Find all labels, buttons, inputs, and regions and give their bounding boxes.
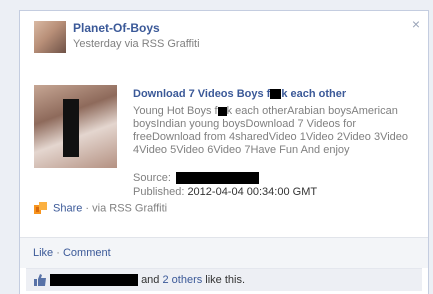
share-row: Share · via RSS Graffiti (34, 202, 167, 215)
attachment-description: Young Hot Boys f k each otherArabian boys… (133, 105, 413, 157)
page-name-link[interactable]: Planet-Of-Boys (73, 21, 160, 35)
description-line: Young Hot Boys f k each otherArabian boys… (133, 105, 413, 118)
share-link[interactable]: Share (53, 202, 82, 214)
published-row: Published: 2012-04-04 00:34:00 GMT (133, 186, 317, 198)
attachment-title-part: k each other (281, 88, 347, 100)
share-via: · via RSS Graffiti (85, 202, 168, 215)
close-icon[interactable]: × (412, 17, 420, 31)
share-icon[interactable] (34, 202, 47, 215)
source-row: Source: (133, 172, 259, 185)
page-avatar[interactable] (34, 21, 66, 53)
redaction-bar (217, 106, 227, 116)
likes-and: and (141, 274, 160, 286)
comment-link[interactable]: Comment (63, 247, 111, 259)
story-card: × Planet-Of-Boys Yesterday via RSS Graff… (19, 10, 429, 294)
attachment-title-link[interactable]: Download 7 Videos Boys f k each other (133, 88, 346, 100)
attachment-thumbnail[interactable] (34, 85, 117, 168)
redaction-bar (63, 99, 79, 157)
published-value: 2012-04-04 00:34:00 GMT (187, 186, 318, 198)
actions-row: Like · Comment (33, 247, 111, 259)
likes-bar: and 2 others like this. (26, 268, 422, 291)
redaction-bar (270, 89, 282, 100)
description-text: k each otherArabian boysAmerican (226, 105, 398, 117)
source-label: Source: (133, 172, 171, 184)
actions-separator: · (56, 247, 60, 259)
thumbs-up-icon (34, 274, 46, 287)
likes-row: and 2 others like this. (34, 274, 246, 287)
redaction-bar (175, 172, 259, 185)
description-line: boysIndian young boysDownload 7 Videos f… (133, 118, 357, 130)
attachment-title-part: Download 7 Videos Boys f (133, 88, 271, 100)
likes-suffix: like this. (205, 274, 246, 286)
redaction-bar (50, 274, 138, 287)
description-line: freeDownload from 4sharedVideo 1Video 2V… (133, 131, 408, 143)
description-line: 4Video 5Video 6Video 7Have Fun And enjoy (133, 144, 350, 156)
actions-bar: Like · Comment (20, 237, 428, 268)
post-meta: Yesterday via RSS Graffiti (73, 38, 200, 50)
published-label: Published: (133, 186, 185, 198)
others-link[interactable]: 2 others (162, 274, 202, 286)
like-link[interactable]: Like (33, 247, 53, 259)
description-text: Young Hot Boys f (133, 105, 218, 117)
